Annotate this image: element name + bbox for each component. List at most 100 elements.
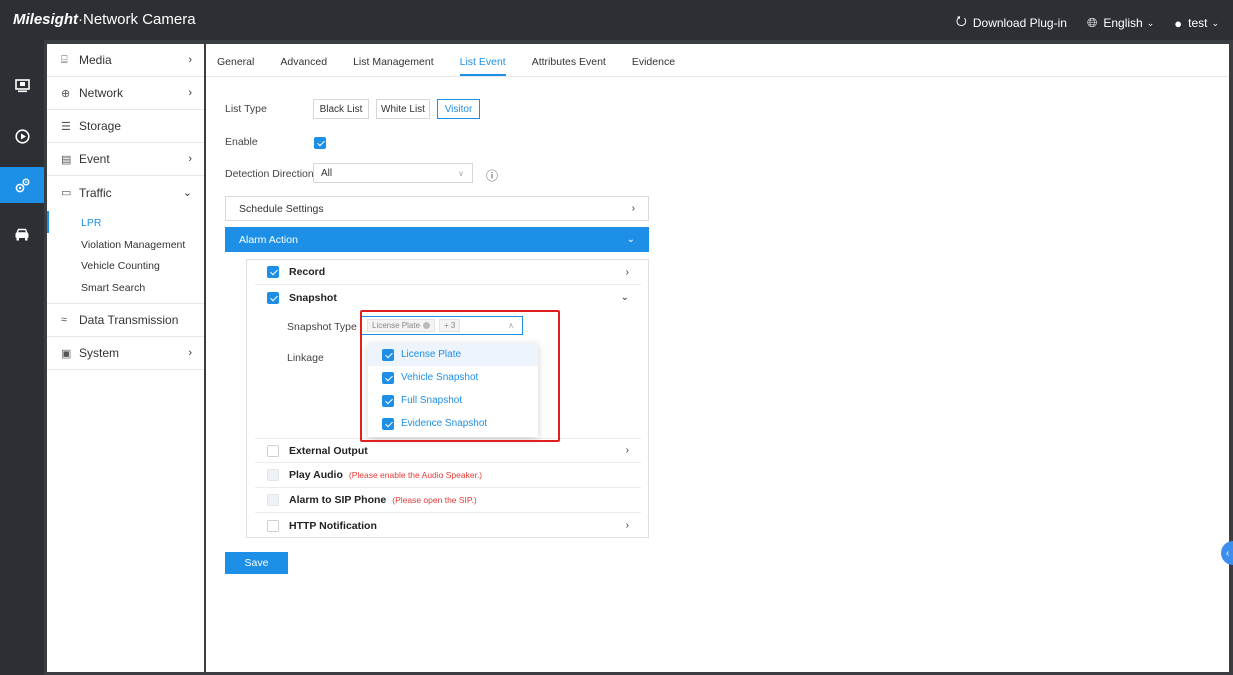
menu-item-label: Storage — [79, 119, 122, 133]
menu-item-storage[interactable]: ☰ Storage — [47, 110, 204, 143]
collapse-handle[interactable]: ‹ — [1221, 541, 1233, 565]
alarm-action-bar[interactable]: Alarm Action ⌄ — [225, 227, 649, 252]
chevron-right-icon: › — [625, 520, 629, 531]
user-menu[interactable]: ● test ⌄ — [1174, 16, 1219, 31]
dropdown-option-license-plate[interactable]: License Plate — [368, 343, 538, 366]
list-type-black-list[interactable]: Black List — [313, 99, 369, 119]
settings-menu: ⌸ Media › ⊕ Network › ☰ Storage ▤ Event … — [47, 44, 204, 672]
alarm-action-label: Alarm Action — [239, 233, 298, 246]
close-icon[interactable] — [423, 322, 431, 329]
menu-item-network[interactable]: ⊕ Network › — [47, 77, 204, 110]
user-icon: ● — [1174, 15, 1183, 31]
menu-item-label: Data Transmission — [79, 313, 179, 327]
globe-icon: ⊕ — [61, 87, 71, 100]
menu-item-data-transmission[interactable]: ≈ Data Transmission — [47, 304, 204, 337]
chevron-left-icon: ‹ — [1226, 547, 1230, 559]
chevron-right-icon: › — [188, 54, 192, 66]
list-type-white-list[interactable]: White List — [376, 99, 430, 119]
alarm-sip-checkbox[interactable] — [267, 494, 279, 506]
play-audio-warning: (Please enable the Audio Speaker.) — [348, 470, 483, 480]
language-selector[interactable]: 🌐︎ English ⌄ — [1087, 15, 1154, 31]
download-plugin-link[interactable]: ⭮ Download Plug-in — [956, 12, 1067, 34]
tab-evidence[interactable]: Evidence — [632, 56, 675, 76]
http-notification-row[interactable]: HTTP Notification › — [255, 513, 641, 538]
submenu-item-vehicle-counting[interactable]: Vehicle Counting — [47, 256, 204, 278]
option-checkbox[interactable] — [382, 394, 394, 407]
rail-playback[interactable] — [0, 118, 44, 154]
rail-live-view[interactable] — [0, 68, 44, 104]
schedule-settings-label: Schedule Settings — [239, 202, 324, 215]
media-icon: ⌸ — [61, 53, 68, 66]
menu-item-media[interactable]: ⌸ Media › — [47, 44, 204, 77]
save-button[interactable]: Save — [225, 552, 288, 574]
submenu-item-violation[interactable]: Violation Management — [47, 235, 204, 257]
menu-item-label: System — [79, 346, 120, 360]
detection-direction-label: Detection Direction — [225, 168, 314, 180]
snapshot-type-label: Snapshot Type — [287, 321, 357, 333]
tab-advanced[interactable]: Advanced — [280, 56, 327, 76]
tab-attributes-event[interactable]: Attributes Event — [532, 56, 606, 76]
linkage-label: Linkage — [287, 352, 324, 364]
http-notification-label: HTTP Notification — [289, 519, 377, 532]
option-checkbox[interactable] — [382, 348, 394, 361]
rail-traffic[interactable] — [0, 216, 44, 252]
external-output-label: External Output — [289, 444, 368, 457]
submenu-item-smart-search[interactable]: Smart Search — [47, 278, 204, 300]
enable-checkbox[interactable] — [314, 137, 326, 149]
external-output-checkbox[interactable] — [267, 444, 279, 457]
snapshot-checkbox[interactable] — [267, 291, 279, 304]
info-icon[interactable]: ⓘ — [486, 167, 498, 184]
alarm-sip-row: Alarm to SIP Phone (Please open the SIP.… — [255, 488, 641, 513]
chevron-down-icon: ⌄ — [1146, 17, 1155, 28]
playback-icon — [14, 128, 30, 144]
dropdown-option-full-snapshot[interactable]: Full Snapshot — [368, 389, 538, 412]
tab-list-management[interactable]: List Management — [353, 56, 434, 76]
rail-settings[interactable] — [0, 167, 44, 203]
record-row[interactable]: Record › — [255, 260, 641, 285]
option-checkbox[interactable] — [382, 417, 394, 430]
snapshot-row[interactable]: Snapshot ⌄ — [255, 285, 641, 310]
http-notification-checkbox[interactable] — [267, 519, 279, 532]
detection-direction-value: All — [321, 167, 333, 179]
app-logo: Milesight·Network Camera — [13, 11, 196, 28]
menu-item-label: Media — [79, 53, 112, 67]
chevron-right-icon: › — [188, 347, 192, 359]
menu-item-traffic[interactable]: ▭ Traffic ⌄ — [47, 176, 204, 209]
tab-general[interactable]: General — [217, 56, 254, 76]
option-label: Vehicle Snapshot — [401, 372, 479, 383]
dropdown-option-evidence-snapshot[interactable]: Evidence Snapshot — [368, 412, 538, 435]
detection-direction-select[interactable]: All ∨ — [313, 163, 473, 183]
option-label: Full Snapshot — [401, 395, 463, 406]
app-title: ·Network Camera — [78, 11, 196, 28]
tab-list-event[interactable]: List Event — [459, 56, 506, 76]
schedule-settings-bar[interactable]: Schedule Settings › — [225, 196, 649, 221]
car-icon — [15, 228, 29, 240]
external-output-row[interactable]: External Output › — [255, 438, 641, 463]
record-checkbox[interactable] — [267, 266, 279, 278]
dropdown-option-vehicle-snapshot[interactable]: Vehicle Snapshot — [368, 366, 538, 389]
play-audio-checkbox[interactable] — [267, 469, 279, 481]
snapshot-type-select[interactable]: License Plate + 3 ∧ — [361, 316, 523, 335]
chevron-down-icon: ⌄ — [626, 234, 635, 245]
snapshot-type-more: + 3 — [439, 319, 461, 332]
list-type-visitor[interactable]: Visitor — [437, 99, 480, 119]
play-audio-row: Play Audio (Please enable the Audio Spea… — [255, 463, 641, 488]
submenu-item-lpr[interactable]: LPR — [47, 211, 204, 235]
snapshot-type-tag-label: License Plate — [372, 321, 421, 330]
menu-item-system[interactable]: ▣ System › — [47, 337, 204, 370]
storage-icon: ☰ — [61, 120, 71, 133]
chevron-right-icon: › — [625, 266, 629, 278]
enable-label: Enable — [225, 136, 258, 148]
chevron-down-icon: ⌄ — [1211, 17, 1219, 28]
snapshot-type-tag[interactable]: License Plate — [367, 319, 436, 332]
tab-bar: General Advanced List Management List Ev… — [206, 44, 1229, 77]
option-checkbox[interactable] — [382, 371, 394, 384]
snapshot-label: Snapshot — [289, 291, 337, 304]
option-label: License Plate — [401, 349, 462, 360]
option-label: Evidence Snapshot — [401, 418, 488, 429]
snapshot-type-dropdown: License Plate Vehicle Snapshot Full Snap… — [368, 343, 538, 437]
menu-item-event[interactable]: ▤ Event › — [47, 143, 204, 176]
chevron-right-icon: › — [188, 153, 192, 165]
chevron-up-icon: ∧ — [508, 321, 514, 330]
list-type-label: List Type — [225, 103, 267, 115]
